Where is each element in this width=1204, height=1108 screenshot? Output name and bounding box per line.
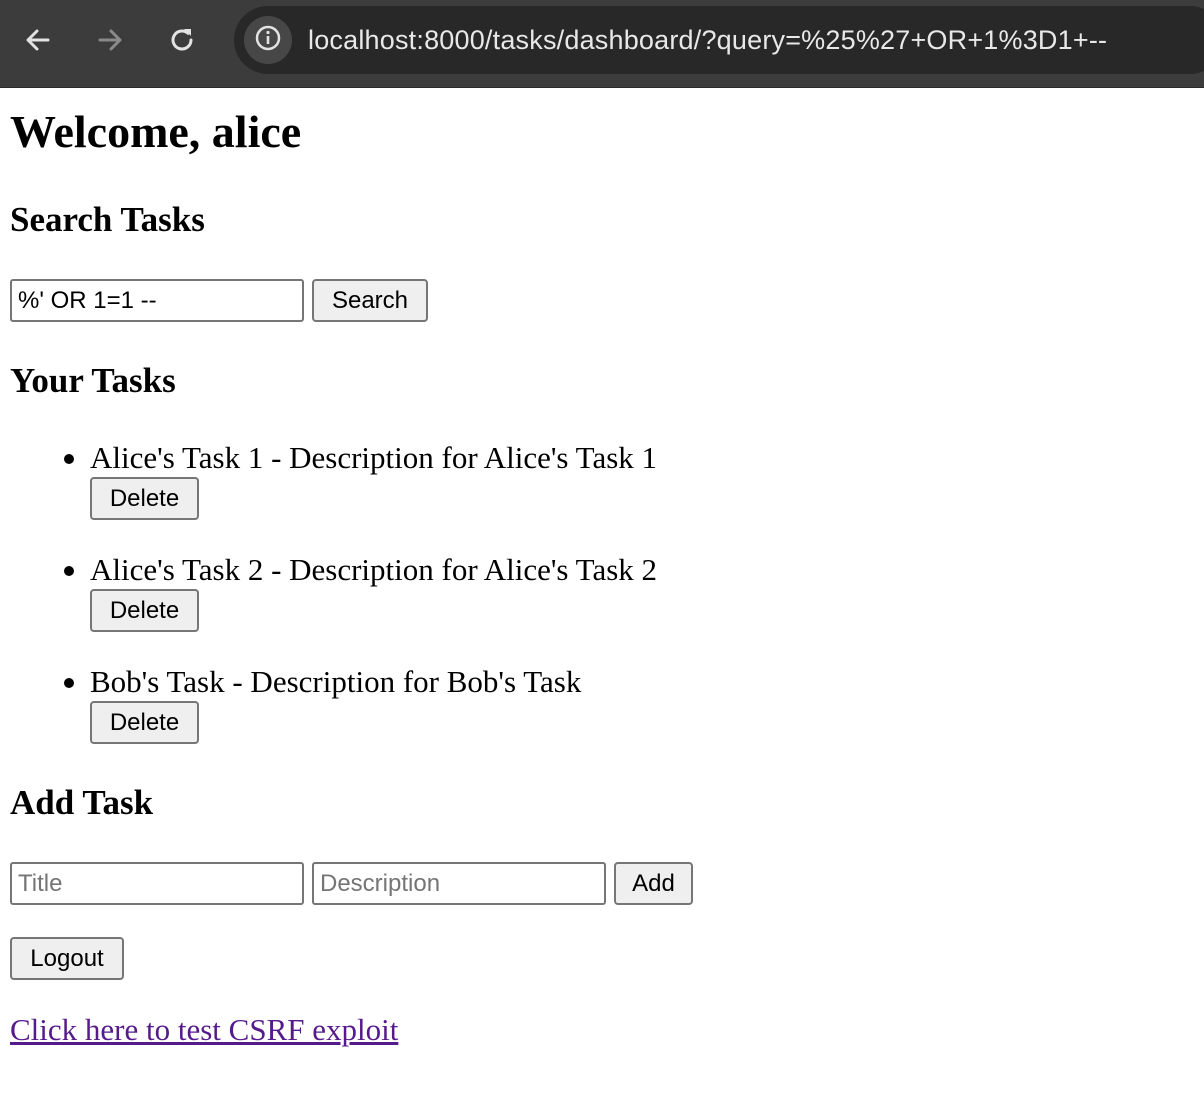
title-field[interactable] [10,862,304,905]
delete-button[interactable]: Delete [90,701,199,744]
search-input[interactable] [10,279,304,322]
task-text: Bob's Task - Description for Bob's Task [90,664,582,699]
info-icon [254,24,282,57]
address-bar[interactable]: localhost:8000/tasks/dashboard/?query=%2… [234,6,1204,74]
forward-button[interactable] [88,18,132,62]
logout-button[interactable]: Logout [10,937,124,980]
back-button[interactable] [16,18,60,62]
description-field[interactable] [312,862,606,905]
add-task-heading: Add Task [10,783,154,822]
task-text: Alice's Task 1 - Description for Alice's… [90,440,658,475]
bullet [64,678,74,688]
search-button[interactable]: Search [312,279,428,322]
arrow-left-icon [24,26,52,54]
task-text: Alice's Task 2 - Description for Alice's… [90,552,658,587]
search-heading: Search Tasks [10,200,205,239]
browser-toolbar: localhost:8000/tasks/dashboard/?query=%2… [0,0,1204,88]
page-title: Welcome, alice [10,106,302,157]
arrow-right-icon [96,26,124,54]
csrf-test-link[interactable]: Click here to test CSRF exploit [10,1012,398,1048]
add-task-button[interactable]: Add [614,862,693,905]
site-info-button[interactable] [244,16,292,64]
delete-button[interactable]: Delete [90,589,199,632]
tasks-heading: Your Tasks [10,361,176,400]
bullet [64,566,74,576]
url-text[interactable]: localhost:8000/tasks/dashboard/?query=%2… [308,24,1107,56]
reload-button[interactable] [160,18,204,62]
delete-button[interactable]: Delete [90,477,199,520]
bullet [64,454,74,464]
reload-icon [168,26,196,54]
